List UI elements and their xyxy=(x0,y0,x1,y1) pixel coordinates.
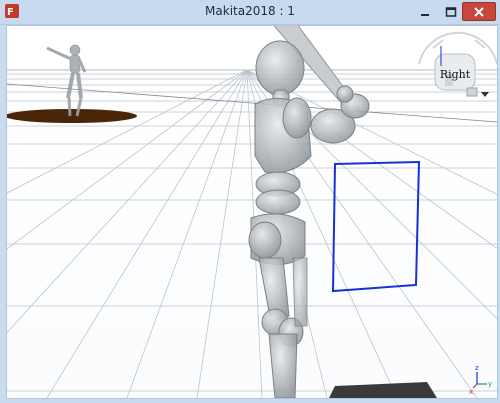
axis-z-label: z xyxy=(475,364,479,372)
home-view-icon[interactable] xyxy=(466,87,478,97)
title-bar[interactable]: F Makita2018 : 1 xyxy=(0,0,500,25)
minimize-icon xyxy=(421,13,429,16)
3d-viewport[interactable]: Right z y x xyxy=(6,25,498,399)
axis-x-label: x xyxy=(469,388,473,396)
axis-y-label: y xyxy=(488,380,492,388)
view-cube-label: Right xyxy=(440,68,471,81)
close-icon xyxy=(474,6,484,17)
maximize-icon xyxy=(445,6,457,17)
minimize-button[interactable] xyxy=(412,2,438,21)
scene-canvas[interactable]: Right z y x xyxy=(7,26,497,398)
app-window: F Makita2018 : 1 Right z y x xyxy=(0,0,500,403)
close-button[interactable] xyxy=(462,2,496,21)
maximize-button[interactable] xyxy=(438,2,464,21)
pitcher-mound xyxy=(7,109,137,123)
